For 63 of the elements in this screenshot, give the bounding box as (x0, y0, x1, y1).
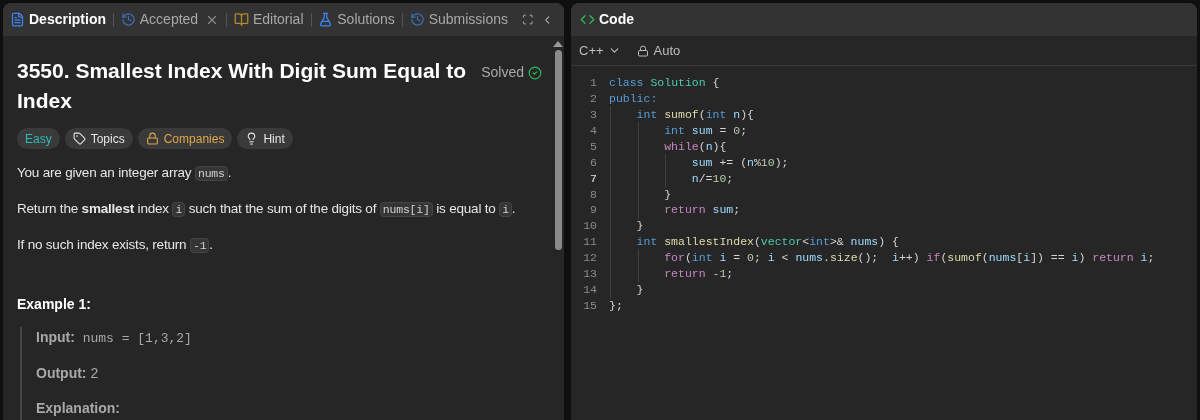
fullscreen-icon[interactable] (522, 12, 534, 27)
example-line: Explanation: (36, 398, 121, 418)
line-number: 8 (589, 186, 598, 203)
tag-chip[interactable]: Topics (64, 128, 133, 149)
code-line: int sumof(int n){ (635, 108, 754, 122)
line-number: 9 (589, 202, 598, 219)
panel-title: Code (599, 10, 634, 29)
line-number: 6 (589, 154, 598, 171)
lock-icon (636, 44, 649, 57)
code-line: for(int i = 0; i < nums.size(); i++) if(sumof(nums[i]) == i) return i; (663, 251, 1155, 265)
line-number: 7 (589, 170, 598, 187)
line-number: 4 (589, 123, 598, 139)
problem-title: 3550. Smallest Index With Digit Sum Equal to Index (17, 58, 467, 114)
example-heading: Example 1: (17, 295, 92, 314)
code-line: return sum; (663, 203, 741, 217)
code-line: return -1; (663, 267, 734, 280)
lock-icon (145, 132, 159, 145)
line-number: 11 (582, 234, 598, 251)
history-icon (409, 12, 425, 27)
line-number: 1 (589, 75, 598, 92)
line-number: 13 (582, 266, 598, 282)
tab[interactable]: Accepted (120, 9, 220, 30)
tag-icon (72, 132, 86, 145)
code-line: sum += (n%10); (690, 155, 789, 169)
line-number: 14 (582, 281, 598, 298)
description-text: Return the smallest index i such that the sum of the digits of nums[i] is equal to i . (17, 200, 517, 219)
code-line: }; (609, 298, 623, 312)
line-number: 10 (582, 218, 598, 235)
line-number: 2 (589, 91, 598, 108)
description-text: If no such index exists, return -1 . (17, 236, 214, 255)
line-number: 5 (589, 138, 598, 155)
check-icon (528, 65, 542, 80)
example-line: Output: 2 (36, 363, 100, 383)
code-line: n/=10; (690, 171, 734, 185)
code-line: class Solution { (609, 76, 720, 90)
code-line: } (635, 282, 644, 296)
tag-chip[interactable]: Companies (137, 128, 233, 149)
language-dropdown[interactable]: C++ (579, 40, 621, 61)
mode-label: Auto (653, 41, 681, 60)
line-number: 12 (582, 250, 598, 267)
history-icon (120, 12, 136, 27)
code-line: } (635, 219, 644, 233)
code-line: } (663, 187, 672, 201)
line-number: 3 (589, 107, 598, 124)
code-line: int smallestIndex(vector<int>& nums) { (635, 235, 899, 249)
code-line: while(n){ (663, 139, 727, 153)
tab[interactable]: Submissions (409, 9, 508, 30)
tag-chip[interactable]: Hint (237, 128, 293, 149)
code-line: int sum = 0; (663, 124, 748, 137)
tab[interactable]: Solutions (318, 9, 395, 30)
solved-status: Solved (481, 62, 542, 83)
code-icon (580, 12, 595, 27)
document-icon (10, 12, 25, 27)
tag-chip[interactable]: Easy (17, 128, 60, 149)
book-icon (233, 12, 249, 27)
tab[interactable]: Description (10, 9, 106, 30)
scroll-up-icon[interactable] (553, 41, 563, 47)
tab[interactable]: Editorial (233, 9, 304, 30)
flask-icon (318, 12, 334, 27)
description-text: You are given an integer array nums . (17, 164, 233, 183)
line-number: 15 (582, 297, 598, 314)
code-line: public: (609, 92, 658, 106)
example-line: Input: nums = [1,3,2] (36, 328, 193, 348)
